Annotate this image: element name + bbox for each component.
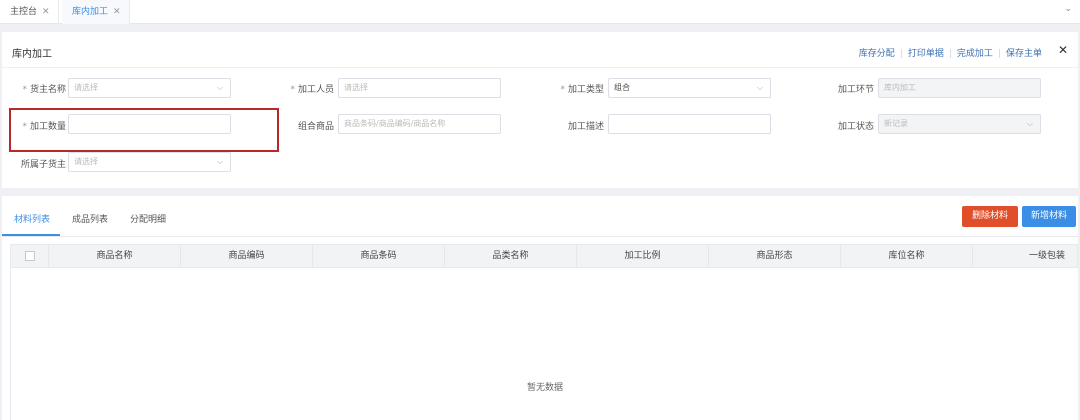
required-mark: *: [560, 85, 565, 95]
delete-material-button[interactable]: 删除材料: [962, 206, 1018, 227]
proc-type-label: * 加工类型: [548, 82, 604, 95]
proc-status-select: 新记录 ⌵: [878, 114, 1041, 134]
label-text: 所属子货主: [20, 160, 66, 170]
worker-label: * 加工人员: [278, 82, 334, 95]
tab-divider: [2, 236, 1078, 237]
tab-materials[interactable]: 材料列表: [14, 212, 50, 225]
table-body: 暂无数据: [10, 268, 1078, 420]
owner-name-label: * 货主名称: [10, 82, 66, 95]
combo-goods-label: 组合商品: [278, 119, 334, 132]
owner-name-select[interactable]: 请选择 ⌵: [68, 78, 231, 98]
complete-processing-link[interactable]: 完成加工: [957, 49, 993, 59]
table-header: 商品名称 商品编码 商品条码 品类名称 加工比例 商品形态 库位名称 一级包装: [10, 244, 1078, 268]
column-header[interactable]: 商品名称: [49, 245, 181, 267]
sub-owner-label: 所属子货主: [10, 157, 66, 170]
page-title: 库内加工: [12, 49, 52, 60]
label-text: 加工人员: [297, 85, 334, 95]
label-text: 货主名称: [29, 85, 66, 95]
tab-label: 主控台: [10, 7, 38, 17]
selected-value: 新记录: [884, 119, 908, 128]
proc-type-select[interactable]: 组合 ⌵: [608, 78, 771, 98]
chevron-down-icon: ⌵: [1026, 119, 1033, 128]
tab-products[interactable]: 成品列表: [72, 212, 108, 225]
form-panel: 库内加工 库存分配 | 打印单据 | 完成加工 | 保存主单 ✕ * 货主名称 请选择 ⌵ * 加…: [2, 32, 1078, 188]
chevron-down-icon[interactable]: ⌄: [1064, 4, 1072, 14]
label-text: 加工状态: [837, 122, 874, 132]
placeholder: 请选择: [74, 157, 98, 166]
column-header[interactable]: 商品形态: [709, 245, 841, 267]
label-text: 组合商品: [297, 122, 334, 132]
label-text: 加工类型: [567, 85, 604, 95]
column-header[interactable]: 商品编码: [181, 245, 313, 267]
column-header[interactable]: 加工比例: [577, 245, 709, 267]
column-header[interactable]: 库位名称: [841, 245, 973, 267]
placeholder: 请选择: [344, 83, 368, 92]
close-icon[interactable]: ✕: [42, 7, 50, 17]
select-all-cell: [11, 245, 49, 267]
chevron-down-icon: ⌵: [756, 83, 763, 92]
required-mark: *: [290, 85, 295, 95]
action-links: 库存分配 | 打印单据 | 完成加工 | 保存主单: [858, 49, 1042, 59]
chevron-down-icon: ⌵: [216, 157, 223, 166]
print-document-link[interactable]: 打印单据: [908, 49, 944, 59]
worker-input[interactable]: 请选择: [338, 78, 501, 98]
empty-state: 暂无数据: [526, 383, 563, 393]
divider: [2, 67, 1078, 68]
column-header[interactable]: 一级包装: [973, 245, 1077, 267]
proc-desc-input[interactable]: [608, 114, 771, 134]
label-text: 加工描述: [567, 122, 604, 132]
tab-dashboard[interactable]: 主控台 ✕: [0, 0, 59, 24]
proc-desc-label: 加工描述: [548, 119, 604, 132]
tab-warehouse-processing[interactable]: 库内加工 ✕: [62, 0, 130, 24]
tab-label: 库内加工: [72, 7, 109, 17]
combo-goods-input[interactable]: 商品条码/商品编码/商品名称: [338, 114, 501, 134]
add-material-button[interactable]: 新增材料: [1022, 206, 1076, 227]
required-mark: *: [22, 85, 27, 95]
proc-stage-field: 库内加工: [878, 78, 1041, 98]
placeholder: 请选择: [74, 83, 98, 92]
save-main-order-link[interactable]: 保存主单: [1006, 49, 1042, 59]
list-panel: 材料列表 成品列表 分配明细 删除材料 新增材料 商品名称 商品编码 商品条码 …: [2, 196, 1078, 420]
column-header[interactable]: 品类名称: [445, 245, 577, 267]
allocate-stock-link[interactable]: 库存分配: [859, 49, 895, 59]
close-icon[interactable]: ✕: [1058, 43, 1068, 57]
sub-owner-select[interactable]: 请选择 ⌵: [68, 152, 231, 172]
chevron-down-icon: ⌵: [216, 83, 223, 92]
field-value: 库内加工: [884, 83, 916, 92]
placeholder: 商品条码/商品编码/商品名称: [344, 119, 446, 128]
proc-status-label: 加工状态: [816, 119, 874, 132]
select-all-checkbox[interactable]: [25, 251, 35, 261]
close-icon[interactable]: ✕: [113, 7, 121, 17]
column-header[interactable]: 商品条码: [313, 245, 445, 267]
label-text: 加工环节: [837, 85, 874, 95]
tab-allocation-detail[interactable]: 分配明细: [130, 212, 166, 225]
tab-bar: 主控台 ✕ 库内加工 ✕ ⌄: [0, 0, 1080, 24]
selected-value: 组合: [614, 83, 630, 92]
highlight-box: [9, 108, 279, 152]
proc-stage-label: 加工环节: [816, 82, 874, 95]
